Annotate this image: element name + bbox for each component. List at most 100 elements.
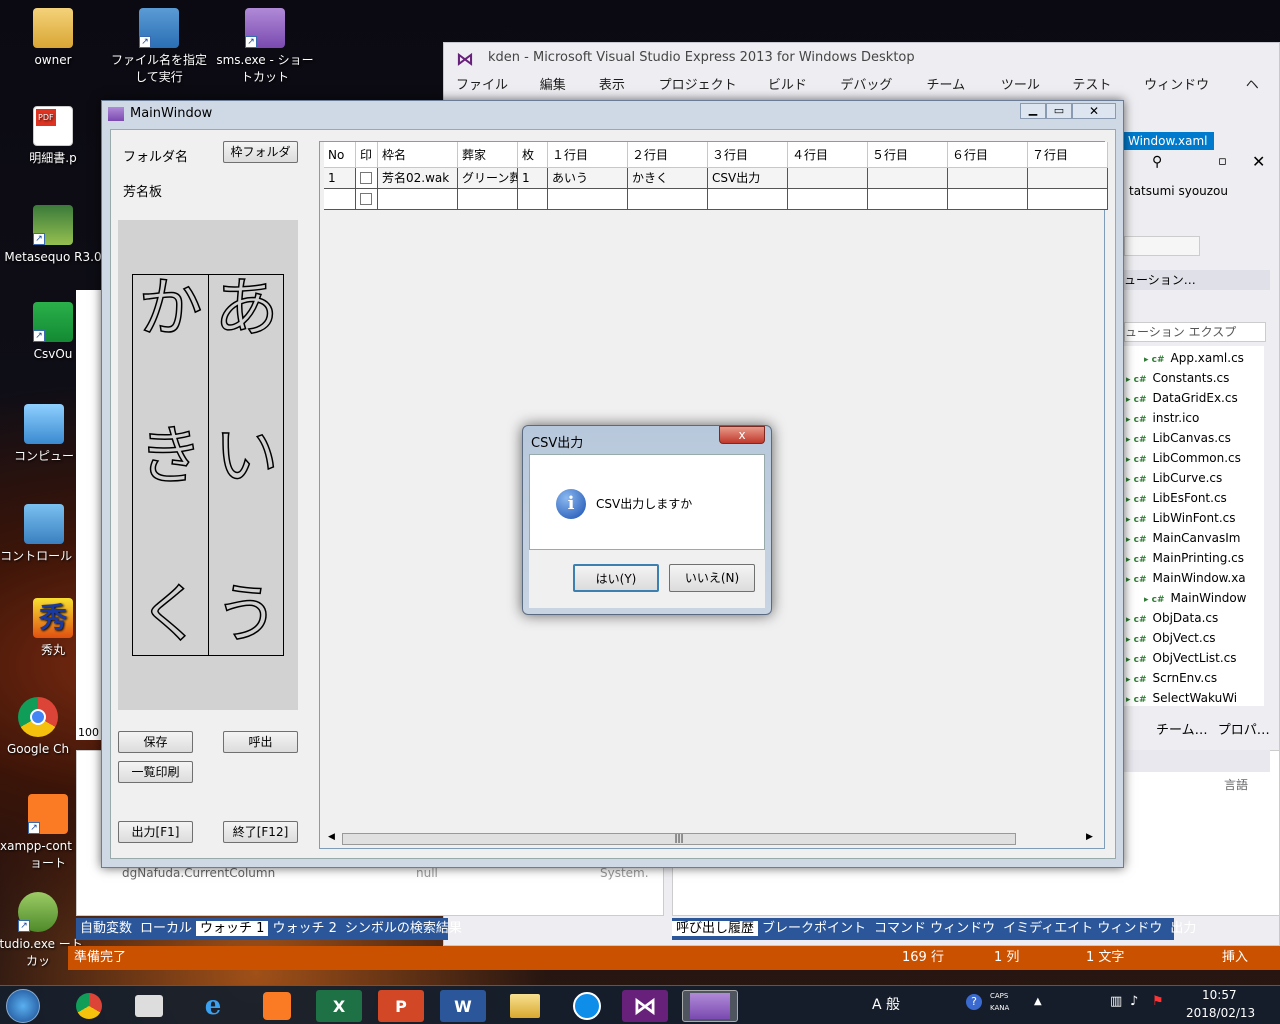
print-checkbox[interactable]	[360, 172, 372, 184]
help-icon[interactable]: ?	[966, 994, 982, 1010]
solution-file-item[interactable]: ▸ c# ObjVectList.cs	[1126, 648, 1237, 668]
grid-cell[interactable]	[868, 168, 948, 189]
action-center-icon[interactable]: ⚑	[1152, 994, 1164, 1009]
grid-column-header[interactable]: ３行目	[708, 142, 788, 168]
solution-file-item[interactable]: ▸ c# MainPrinting.cs	[1126, 548, 1244, 568]
word-taskbar-icon[interactable]: W	[440, 990, 486, 1022]
solution-file-item[interactable]: ▸ c# SelectWakuWi	[1126, 688, 1237, 708]
grid-column-header[interactable]: No	[324, 142, 356, 168]
grid-cell[interactable]: 1	[324, 168, 356, 189]
clock-date[interactable]: 2018/02/13	[1186, 1006, 1255, 1020]
explorer-taskbar-icon[interactable]	[502, 990, 548, 1022]
grid-cell[interactable]: 1	[518, 168, 548, 189]
vs-menu-file[interactable]: ファイル(F)	[448, 73, 532, 119]
vs-close-icon[interactable]: ✕	[1252, 152, 1265, 171]
scroll-left-arrow[interactable]: ◀	[328, 832, 335, 842]
exit-button[interactable]: 終了[F12]	[223, 821, 298, 843]
tab-command-window[interactable]: コマンド ウィンドウ	[870, 921, 999, 936]
solution-file-item[interactable]: ▸ c# Constants.cs	[1126, 368, 1229, 388]
list-print-button[interactable]: 一覧印刷	[118, 761, 193, 783]
vs-menu-view[interactable]: 表示(V)	[591, 73, 651, 119]
vs-menu-team[interactable]: チーム(M)	[919, 73, 993, 119]
print-checkbox-cell[interactable]	[356, 168, 378, 189]
grid-cell[interactable]	[1028, 189, 1108, 210]
close-button[interactable]: ✕	[1072, 103, 1116, 119]
call-button[interactable]: 呼出	[223, 731, 298, 753]
save-button[interactable]: 保存	[118, 731, 193, 753]
output-button[interactable]: 出力[F1]	[118, 821, 193, 843]
grid-column-header[interactable]: ４行目	[788, 142, 868, 168]
grid-cell[interactable]	[868, 189, 948, 210]
grid-column-header[interactable]: ５行目	[868, 142, 948, 168]
ime-indicator[interactable]: A 般	[872, 994, 900, 1014]
clock-time[interactable]: 10:57	[1202, 988, 1237, 1002]
scroll-right-arrow[interactable]: ▶	[1086, 832, 1093, 842]
grid-cell[interactable]: かきく	[628, 168, 708, 189]
grid-cell[interactable]	[1028, 168, 1108, 189]
eye-app-taskbar-icon[interactable]	[126, 990, 172, 1022]
print-checkbox[interactable]	[360, 193, 372, 205]
dialog-close-button[interactable]: x	[719, 426, 765, 444]
vs-menu-test[interactable]: テスト(S)	[1064, 73, 1136, 119]
grid-cell[interactable]: 芳名02.wak	[378, 168, 458, 189]
grid-column-header[interactable]: ６行目	[948, 142, 1028, 168]
vs-restore-icon[interactable]: ▫	[1218, 154, 1227, 169]
vs-config-dropdown[interactable]	[1124, 236, 1200, 256]
vs-doc-tab[interactable]: Window.xaml	[1124, 132, 1214, 150]
tab-team[interactable]: チーム…	[1156, 723, 1208, 738]
visual-studio-taskbar-icon[interactable]: ⋈	[622, 990, 668, 1022]
grid-column-header[interactable]: 葬家	[458, 142, 518, 168]
grid-cell[interactable]: あいう	[548, 168, 628, 189]
grid-cell[interactable]	[788, 189, 868, 210]
grid-cell[interactable]	[548, 189, 628, 210]
grid-column-header[interactable]: 枠名	[378, 142, 458, 168]
vs-menu-debug[interactable]: デバッグ(D)	[832, 73, 918, 119]
solution-file-item[interactable]: ▸ c# LibCurve.cs	[1126, 468, 1222, 488]
solution-file-item[interactable]: ▸ c# MainWindow.xa	[1126, 568, 1246, 588]
solution-file-item[interactable]: ▸ c# DataGridEx.cs	[1126, 388, 1238, 408]
tray-expand-icon[interactable]: ▲	[1034, 996, 1042, 1007]
tab-call-stack[interactable]: 呼び出し履歴	[672, 921, 759, 936]
horizontal-scrollbar[interactable]: ◀ ||| ▶	[326, 832, 1098, 846]
excel-taskbar-icon[interactable]: X	[316, 990, 362, 1022]
yes-button[interactable]: はい(Y)	[573, 564, 659, 592]
grid-cell[interactable]	[948, 189, 1028, 210]
tab-locals[interactable]: ローカル	[136, 921, 196, 936]
tab-immediate-window[interactable]: イミディエイト ウィンドウ	[999, 921, 1166, 936]
grid-cell[interactable]	[948, 168, 1028, 189]
solution-file-item[interactable]: ▸ c# LibEsFont.cs	[1126, 488, 1227, 508]
desktop-icon-metasequoia[interactable]: ↗ Metasequo R3.0	[3, 205, 103, 266]
grid-cell[interactable]	[378, 189, 458, 210]
grid-column-header[interactable]: ７行目	[1028, 142, 1108, 168]
desktop-icon-chrome[interactable]: Google Ch	[0, 697, 88, 758]
vs-search-icon[interactable]: ⚲	[1152, 154, 1162, 170]
grid-cell[interactable]: CSV出力	[708, 168, 788, 189]
watch-row-name[interactable]: dgNafuda.CurrentColumn	[122, 866, 275, 880]
tab-output[interactable]: 出力	[1166, 921, 1200, 936]
tab-watch1[interactable]: ウォッチ 1	[196, 921, 269, 936]
solution-file-item[interactable]: ▸ c# instr.ico	[1126, 408, 1199, 428]
teamviewer-taskbar-icon[interactable]	[564, 990, 610, 1022]
maximize-button[interactable]: ▭	[1046, 103, 1072, 119]
tab-watch2[interactable]: ウォッチ 2	[268, 921, 340, 936]
vs-zoom-level[interactable]: 100	[78, 726, 99, 739]
solution-file-item[interactable]: ▸ c# LibWinFont.cs	[1126, 508, 1236, 528]
grid-cell[interactable]	[788, 168, 868, 189]
frame-folder-button[interactable]: 枠フォルダ	[223, 141, 298, 163]
grid-column-header[interactable]: 枚	[518, 142, 548, 168]
solution-file-item[interactable]: ▸ c# App.xaml.cs	[1144, 348, 1244, 368]
grid-cell[interactable]	[518, 189, 548, 210]
vs-menu-tools[interactable]: ツール(T)	[993, 73, 1065, 119]
solution-file-item[interactable]: ▸ c# LibCanvas.cs	[1126, 428, 1231, 448]
ie-taskbar-icon[interactable]: e	[190, 990, 236, 1022]
desktop-icon-pdf[interactable]: PDF 明細書.p	[3, 106, 103, 167]
vs-menu-edit[interactable]: 編集(E)	[532, 73, 591, 119]
grid-column-header[interactable]: ２行目	[628, 142, 708, 168]
solution-file-item[interactable]: ▸ c# ObjVect.cs	[1126, 628, 1216, 648]
solution-file-item[interactable]: ▸ c# LibCommon.cs	[1126, 448, 1241, 468]
vs-menu-project[interactable]: プロジェクト(P)	[651, 73, 760, 119]
vs-menu-window[interactable]: ウィンドウ(W)	[1136, 73, 1238, 119]
vs-user-name[interactable]: tatsumi syouzou	[1129, 184, 1228, 198]
sms-taskbar-icon[interactable]	[682, 990, 738, 1022]
solution-file-item[interactable]: ▸ c# MainCanvasIm	[1126, 528, 1240, 548]
